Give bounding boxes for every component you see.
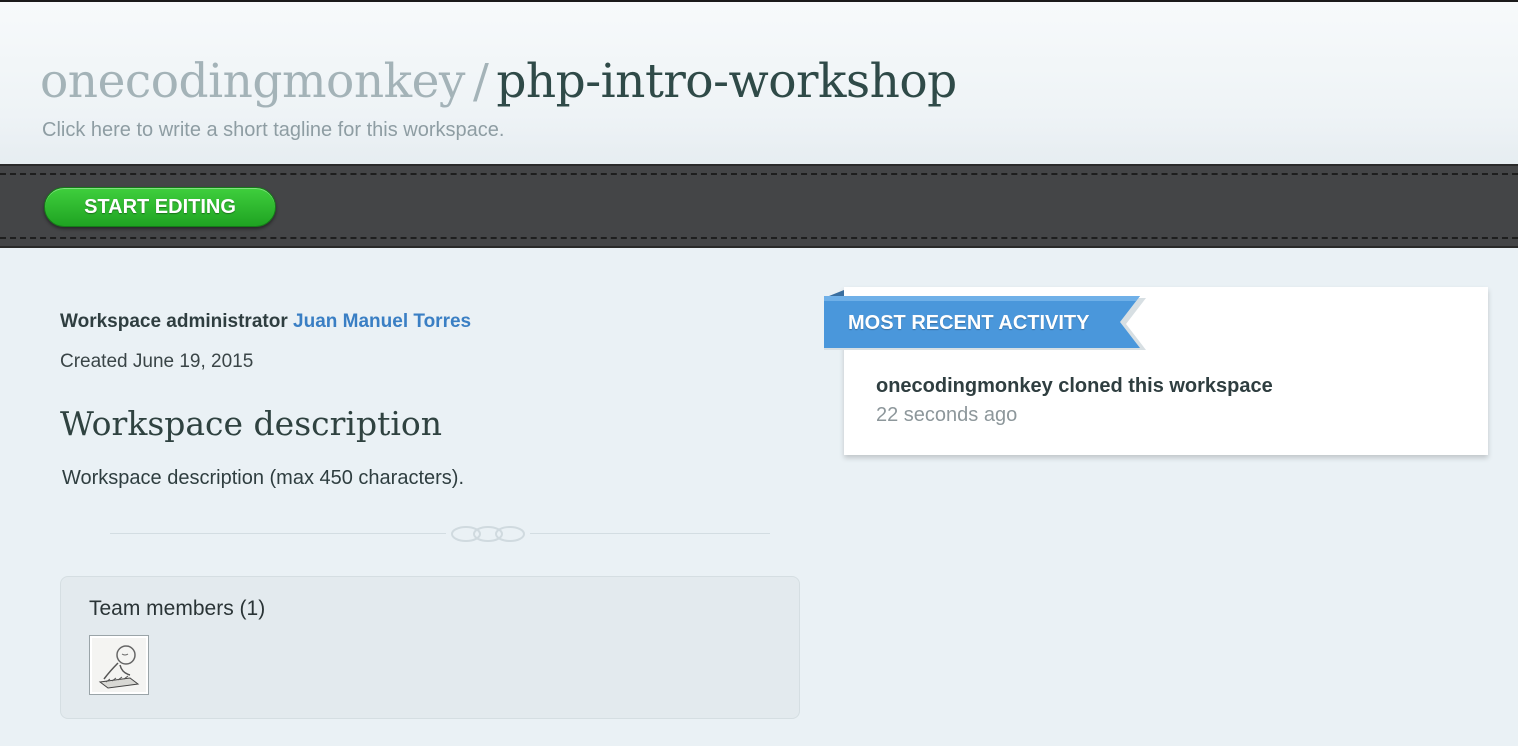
workspace-name: php-intro-workshop xyxy=(496,54,957,109)
activity-ribbon-label: MOST RECENT ACTIVITY xyxy=(848,312,1090,334)
member-avatar[interactable] xyxy=(89,635,149,695)
owner-name[interactable]: onecodingmonkey xyxy=(40,54,465,109)
action-toolbar: START EDITING xyxy=(0,164,1518,248)
admin-name-link[interactable]: Juan Manuel Torres xyxy=(293,311,471,332)
team-members-panel: Team members (1) xyxy=(60,576,800,719)
workspace-title: onecodingmonkey / php-intro-workshop xyxy=(40,54,957,110)
team-members-title: Team members (1) xyxy=(89,597,266,620)
description-text[interactable]: Workspace description (max 450 character… xyxy=(62,467,464,490)
description-heading: Workspace description xyxy=(60,404,443,443)
created-date: Created June 19, 2015 xyxy=(60,351,254,372)
knot-ornament-icon xyxy=(446,526,530,542)
activity-item-time: 22 seconds ago xyxy=(876,404,1018,426)
start-editing-button[interactable]: START EDITING xyxy=(44,187,276,227)
admin-line: Workspace administrator Juan Manuel Torr… xyxy=(60,311,471,333)
activity-item-text: onecodingmonkey cloned this workspace xyxy=(876,375,1273,397)
tagline-editable[interactable]: Click here to write a short tagline for … xyxy=(42,119,504,142)
divider-line xyxy=(110,533,770,534)
title-separator: / xyxy=(472,54,489,109)
admin-label: Workspace administrator xyxy=(60,311,288,332)
sketch-person-icon xyxy=(92,638,146,692)
ornamental-divider xyxy=(110,522,770,546)
workspace-header: onecodingmonkey / php-intro-workshop Click… xyxy=(0,2,1518,164)
